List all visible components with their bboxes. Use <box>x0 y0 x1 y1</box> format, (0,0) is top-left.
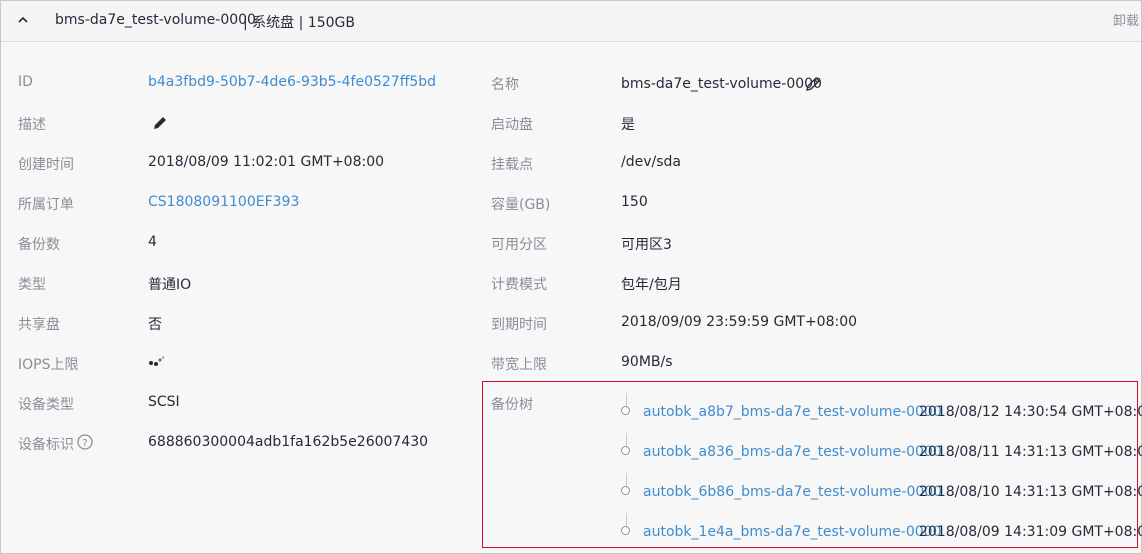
device-id-label: 设备标识 <box>18 437 74 453</box>
backup-link[interactable]: autobk_a836_bms-da7e_test-volume-0000 <box>643 444 942 460</box>
backup-time: 2018/08/09 14:31:09 GMT+08:00 <box>919 524 1142 540</box>
tree-node-icon <box>621 446 630 455</box>
order-label: 所属订单 <box>18 197 74 213</box>
chevron-up-icon[interactable] <box>15 12 31 28</box>
volume-title: bms-da7e_test-volume-0000 <box>55 12 256 28</box>
tree-node-icon <box>621 486 630 495</box>
created-time-label: 创建时间 <box>18 157 74 173</box>
id-label: ID <box>18 74 33 90</box>
boot-disk-value: 是 <box>621 117 635 133</box>
backup-count-label: 备份数 <box>18 237 60 253</box>
description-label: 描述 <box>18 117 46 133</box>
backup-link[interactable]: autobk_6b86_bms-da7e_test-volume-0000 <box>643 484 942 500</box>
name-label: 名称 <box>491 77 519 93</box>
expire-time-value: 2018/09/09 23:59:59 GMT+08:00 <box>621 314 858 330</box>
type-label: 类型 <box>18 277 46 293</box>
tree-connector <box>626 393 627 406</box>
capacity-value: 150 <box>621 194 648 210</box>
expire-time-label: 到期时间 <box>491 317 547 333</box>
svg-text:?: ? <box>82 438 87 449</box>
id-value-link[interactable]: b4a3fbd9-50b7-4de6-93b5-4fe0527ff5bd <box>148 74 436 90</box>
tree-connector <box>626 433 627 446</box>
edit-name-icon[interactable] <box>804 75 822 93</box>
az-label: 可用分区 <box>491 237 547 253</box>
detach-button[interactable]: 卸载 <box>1113 10 1139 29</box>
loading-dots-icon <box>149 356 165 366</box>
backup-link[interactable]: autobk_1e4a_bms-da7e_test-volume-0000 <box>643 524 941 540</box>
billing-value: 包年/包月 <box>621 277 682 293</box>
boot-disk-label: 启动盘 <box>491 117 533 133</box>
volume-header[interactable]: bms-da7e_test-volume-0000 | 系统盘 | 150GB … <box>1 1 1141 42</box>
type-value: 普通IO <box>148 277 192 293</box>
capacity-label: 容量(GB) <box>491 197 551 213</box>
tree-node-icon <box>621 406 630 415</box>
device-type-value: SCSI <box>148 394 180 410</box>
bandwidth-value: 90MB/s <box>621 354 673 370</box>
edit-description-icon[interactable] <box>151 114 169 132</box>
bandwidth-label: 带宽上限 <box>491 357 547 373</box>
created-time-value: 2018/08/09 11:02:01 GMT+08:00 <box>148 154 385 170</box>
backup-time: 2018/08/12 14:30:54 GMT+08:00 <box>919 404 1142 420</box>
tree-node-icon <box>621 526 630 535</box>
tree-connector <box>626 473 627 486</box>
billing-label: 计费模式 <box>491 277 547 293</box>
backup-tree-label: 备份树 <box>491 397 533 413</box>
iops-limit-label: IOPS上限 <box>18 357 79 373</box>
backup-link[interactable]: autobk_a8b7_bms-da7e_test-volume-0000 <box>643 404 942 420</box>
az-value: 可用区3 <box>621 237 672 253</box>
backup-time: 2018/08/11 14:31:13 GMT+08:00 <box>919 444 1142 460</box>
shared-label: 共享盘 <box>18 317 60 333</box>
mount-point-label: 挂载点 <box>491 157 533 173</box>
backup-time: 2018/08/10 14:31:13 GMT+08:00 <box>919 484 1142 500</box>
tree-connector <box>626 513 627 526</box>
help-icon[interactable]: ? <box>77 434 93 450</box>
volume-meta: | 系统盘 | 150GB <box>243 15 355 31</box>
device-type-label: 设备类型 <box>18 397 74 413</box>
name-value: bms-da7e_test-volume-0000 <box>621 76 822 92</box>
device-id-value: 688860300004adb1fa162b5e26007430 <box>148 434 429 450</box>
shared-value: 否 <box>148 317 162 333</box>
volume-detail-panel: bms-da7e_test-volume-0000 | 系统盘 | 150GB … <box>0 0 1142 554</box>
order-link[interactable]: CS1808091100EF393 <box>148 194 299 210</box>
backup-count-value: 4 <box>148 234 157 250</box>
mount-point-value: /dev/sda <box>621 154 681 170</box>
